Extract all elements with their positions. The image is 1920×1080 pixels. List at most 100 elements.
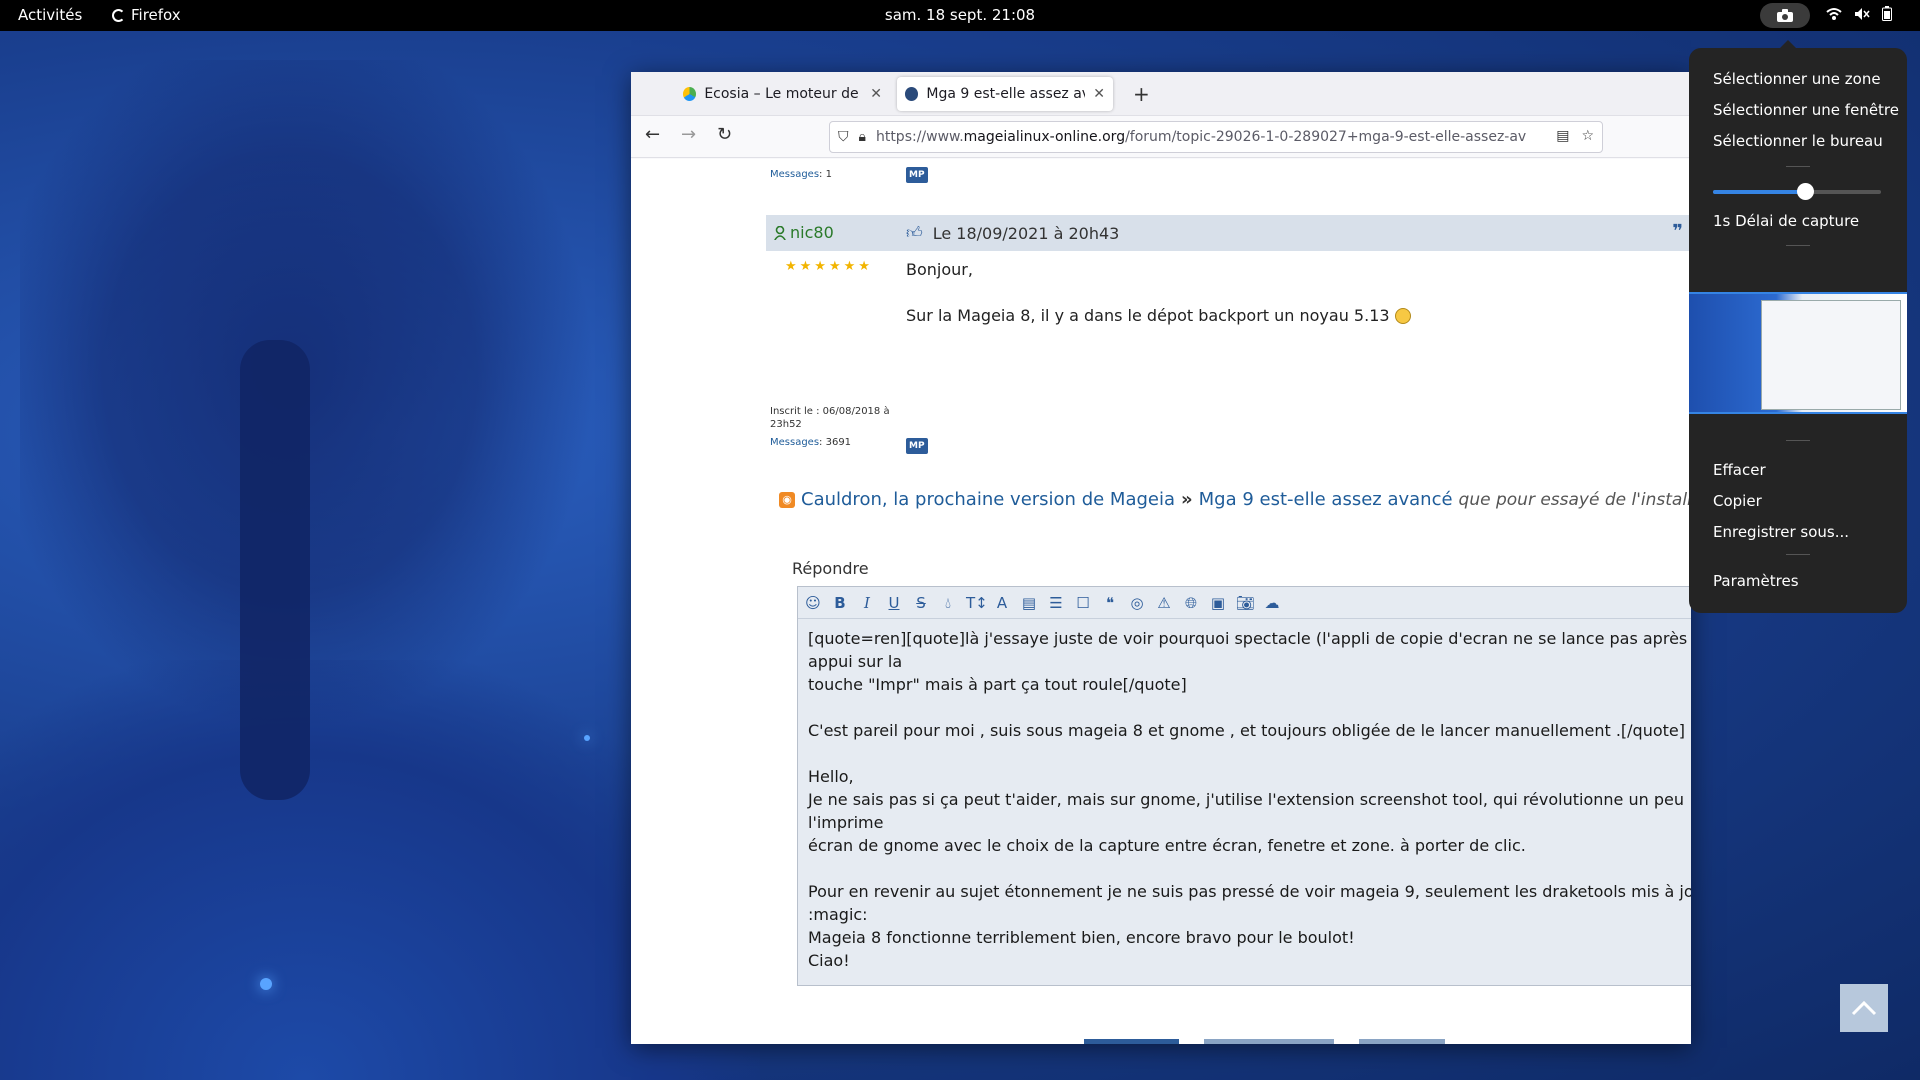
post-messages: Messages: 3691: [770, 437, 851, 448]
bold-icon[interactable]: B: [831, 594, 849, 612]
image-icon[interactable]: ▣: [1209, 594, 1227, 612]
screenshot-menu: Sélectionner une zone Sélectionner une f…: [1689, 40, 1907, 613]
separator: [1786, 245, 1810, 246]
reset-button-edge[interactable]: [1359, 1039, 1445, 1044]
volume-muted-icon: [1855, 7, 1870, 20]
quote-icon[interactable]: ❝: [1101, 594, 1119, 612]
post-author[interactable]: nic80: [774, 223, 834, 242]
breadcrumb-topic-link[interactable]: Mga 9 est-elle assez avancé: [1199, 489, 1453, 510]
new-tab-button[interactable]: +: [1133, 82, 1150, 106]
author-name: nic80: [790, 223, 834, 242]
messages-count: : 1: [819, 169, 832, 180]
reply-line: [quote=ren][quote]là j'essaye juste de v…: [808, 629, 1688, 671]
close-icon[interactable]: ✕: [870, 86, 882, 102]
hide-eye-icon[interactable]: ◎: [1128, 594, 1146, 612]
screenshot-preview[interactable]: [1689, 292, 1907, 414]
screenshot-indicator-button[interactable]: [1760, 3, 1810, 28]
breadcrumb-forum-link[interactable]: Cauldron, la prochaine version de Mageia: [801, 489, 1175, 510]
post-body: Bonjour, Sur la Mageia 8, il y a dans le…: [906, 259, 1411, 327]
private-message-button[interactable]: MP: [906, 167, 928, 183]
delay-slider-knob[interactable]: [1797, 183, 1815, 200]
reply-line: écran de gnome avec le choix de la captu…: [808, 836, 1526, 855]
post-date-text: Le 18/09/2021 à 20h43: [932, 223, 1120, 243]
save-as-item[interactable]: Enregistrer sous...: [1713, 523, 1849, 541]
mageia-favicon: [905, 87, 919, 101]
globe-link-icon[interactable]: 🌐︎: [1182, 594, 1200, 612]
delay-slider[interactable]: [1713, 183, 1881, 200]
list-icon[interactable]: ☰: [1047, 594, 1065, 612]
separator: [1786, 440, 1810, 441]
url-path: /forum/topic-29026-1-0-289027+mga-9-est-…: [1125, 129, 1527, 145]
user-rank-stars: ★★★★★★: [785, 259, 873, 274]
quote-icon[interactable]: ❞: [1672, 221, 1683, 242]
strikethrough-icon[interactable]: S: [912, 594, 930, 612]
post-text: Sur la Mageia 8, il y a dans le dépot ba…: [906, 306, 1390, 325]
wallpaper-glow: [584, 735, 590, 741]
lock-icon[interactable]: 🔒︎: [859, 129, 866, 145]
post-date: 👍︎ Le 18/09/2021 à 20h43: [906, 223, 1119, 243]
tab-ecosia[interactable]: Ecosia – Le moteur de recherche ✕: [675, 77, 890, 111]
reader-view-icon[interactable]: ▤: [1556, 128, 1569, 144]
select-desktop-item[interactable]: Sélectionner le bureau: [1713, 132, 1883, 150]
gnome-top-bar: Activités Firefox sam. 18 sept. 21:08: [0, 0, 1920, 31]
camera-icon[interactable]: 📷︎: [1236, 594, 1255, 612]
camera-icon: [1777, 9, 1793, 22]
font-size-icon[interactable]: T↕: [966, 594, 988, 612]
select-window-item[interactable]: Sélectionner une fenêtre: [1713, 101, 1899, 119]
wallpaper-glow: [260, 978, 272, 990]
navigation-bar: ← → ↻ ⛉ 🔒︎ https://www. mageialinux-onlin…: [631, 116, 1691, 158]
clear-item[interactable]: Effacer: [1713, 461, 1766, 479]
editor-toolbar: ☺ B I U S 💧︎ T↕ A ▤ ☰ ☐ ❝ ◎ ⚠ 🌐︎ ▣ 📷︎ ☁: [798, 587, 1691, 619]
firefox-window: Ecosia – Le moteur de recherche ✕ Mga 9 …: [631, 72, 1691, 1044]
reply-textarea[interactable]: [quote=ren][quote]là j'essaye juste de v…: [798, 619, 1691, 980]
separator: [1786, 554, 1810, 555]
back-arrow-icon[interactable]: ←: [645, 124, 660, 145]
tab-mageia-forum[interactable]: Mga 9 est-elle assez avancé ✕: [897, 77, 1113, 111]
preview-button-edge[interactable]: [1204, 1039, 1334, 1044]
italic-icon[interactable]: I: [858, 594, 876, 612]
align-icon[interactable]: ▤: [1020, 594, 1038, 612]
reply-editor: ☺ B I U S 💧︎ T↕ A ▤ ☰ ☐ ❝ ◎ ⚠ 🌐︎ ▣ 📷︎ ☁: [797, 586, 1691, 986]
scroll-to-top-button[interactable]: [1840, 984, 1888, 1032]
copy-item[interactable]: Copier: [1713, 492, 1762, 510]
wink-smiley-icon: [1394, 308, 1411, 324]
messages-label: Messages: [770, 169, 820, 180]
shield-icon[interactable]: ⛉: [838, 129, 849, 145]
breadcrumb-separator: »: [1181, 489, 1193, 510]
close-icon[interactable]: ✕: [1093, 86, 1105, 102]
post-greeting: Bonjour,: [906, 260, 973, 279]
tab-bar: Ecosia – Le moteur de recherche ✕ Mga 9 …: [631, 72, 1691, 116]
prev-post-messages: Messages: 1: [770, 169, 832, 180]
reload-icon[interactable]: ↻: [717, 124, 732, 145]
settings-item[interactable]: Paramètres: [1713, 572, 1799, 590]
ecosia-favicon: [683, 87, 697, 101]
reply-heading: Répondre: [792, 559, 869, 578]
thumbs-up-icon[interactable]: 👍︎: [906, 223, 923, 243]
warning-icon[interactable]: ⚠: [1155, 594, 1173, 612]
reply-line: Je ne sais pas si ça peut t'aider, mais …: [808, 790, 1690, 832]
box-icon[interactable]: ☐: [1074, 594, 1092, 612]
font-icon[interactable]: A: [993, 594, 1011, 612]
color-drop-icon[interactable]: 💧︎: [939, 594, 957, 612]
wifi-icon: [1826, 7, 1842, 20]
forward-arrow-icon[interactable]: →: [681, 124, 696, 145]
messages-count: : 3691: [819, 437, 852, 448]
underline-icon[interactable]: U: [885, 594, 903, 612]
url-bar[interactable]: ⛉ 🔒︎ https://www. mageialinux-online.org /…: [829, 121, 1603, 153]
reply-line: touche "Impr" mais à part ça tout roule[…: [808, 675, 1187, 694]
private-message-button[interactable]: MP: [906, 438, 928, 454]
smiley-icon[interactable]: ☺: [804, 594, 822, 612]
tab-title: Ecosia – Le moteur de recherche: [704, 86, 862, 102]
submit-button-edge[interactable]: [1084, 1039, 1179, 1044]
page-content: Messages: 1 MP nic80 👍︎ Le 18/09/2021 à …: [631, 159, 1691, 1044]
chevron-up-icon: [1851, 1000, 1877, 1016]
upload-cloud-icon[interactable]: ☁: [1263, 594, 1281, 612]
system-menu[interactable]: [1826, 6, 1892, 21]
clock[interactable]: sam. 18 sept. 21:08: [0, 6, 1920, 24]
select-area-item[interactable]: Sélectionner une zone: [1713, 70, 1881, 88]
joined-date: Inscrit le : 06/08/2018 à 23h52: [770, 406, 890, 430]
wallpaper-tree: [20, 60, 620, 760]
bookmark-star-icon[interactable]: ☆: [1581, 128, 1594, 144]
rss-icon[interactable]: ◉: [779, 491, 795, 508]
breadcrumb: ◉ Cauldron, la prochaine version de Mage…: [779, 489, 1691, 510]
